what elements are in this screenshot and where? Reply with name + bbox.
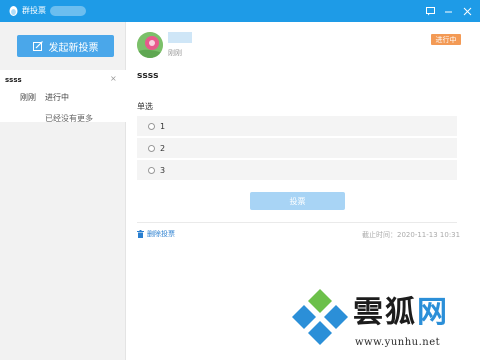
qq-penguin-icon (9, 6, 18, 16)
radio-button[interactable] (148, 122, 155, 130)
poster-name-redacted (168, 32, 192, 43)
minimize-icon (444, 11, 452, 12)
vote-type-label: 单选 (137, 102, 153, 111)
group-name-redacted (50, 6, 86, 16)
watermark: 雲狐网 www.yunhu.net (285, 285, 480, 360)
radio-button[interactable] (148, 166, 155, 174)
close-button[interactable] (459, 3, 475, 19)
feedback-icon (425, 6, 435, 15)
vote-option-label: 3 (160, 165, 166, 175)
radio-button[interactable] (148, 144, 155, 152)
vote-option[interactable]: 2 (137, 138, 457, 158)
vote-option-label: 2 (160, 143, 166, 153)
new-vote-label: 发起新投票 (48, 42, 99, 54)
close-icon (463, 7, 471, 15)
remove-item-icon[interactable]: × (110, 74, 117, 83)
new-vote-button[interactable]: 发起新投票 (17, 35, 114, 57)
watermark-brand: 雲狐网 (353, 287, 449, 331)
watermark-brand-accent: 网 (417, 295, 449, 330)
vote-option-label: 1 (160, 121, 166, 131)
divider (137, 222, 457, 223)
avatar-image (137, 32, 163, 58)
vote-list-item-time: 刚刚 (20, 93, 36, 102)
avatar[interactable] (137, 32, 163, 58)
minimize-button[interactable] (440, 3, 456, 19)
title-bar: 群投票 (0, 0, 480, 22)
vote-title: ssss (137, 71, 159, 81)
feedback-button[interactable] (422, 3, 438, 19)
yunhu-logo-icon (292, 289, 348, 345)
vote-option[interactable]: 1 (137, 116, 457, 136)
trash-icon (137, 230, 144, 238)
no-more-text: 已经没有更多 (45, 114, 93, 123)
watermark-brand-main: 雲狐 (353, 295, 417, 330)
posted-time: 刚刚 (168, 49, 182, 57)
window-title: 群投票 (22, 6, 46, 15)
vote-list-item-name: ssss (5, 76, 22, 84)
deadline-text: 截止时间：2020-11-13 10:31 (362, 231, 461, 239)
submit-vote-button[interactable]: 投票 (250, 192, 345, 210)
vote-option[interactable]: 3 (137, 160, 457, 180)
vote-list-sidebar: 发起新投票 ssss × 刚刚 进行中 已经没有更多 (0, 22, 126, 360)
delete-vote-link[interactable]: 删除投票 (137, 229, 175, 239)
vote-list-item-status: 进行中 (45, 93, 69, 102)
status-badge: 进行中 (431, 34, 461, 45)
delete-vote-label: 删除投票 (147, 230, 175, 238)
watermark-url: www.yunhu.net (355, 337, 441, 348)
edit-icon (32, 41, 43, 51)
